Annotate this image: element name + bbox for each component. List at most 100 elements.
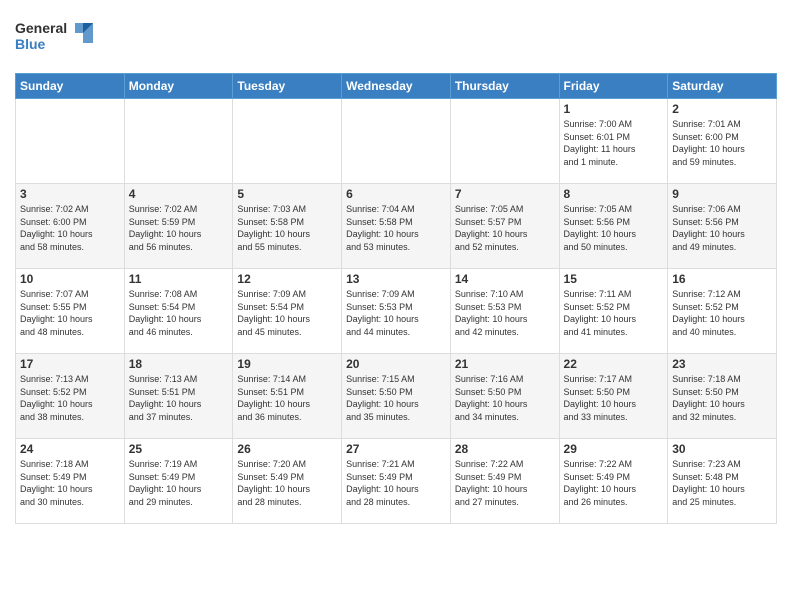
day-number: 9 (672, 187, 772, 201)
day-number: 29 (564, 442, 664, 456)
day-info: Sunrise: 7:13 AM Sunset: 5:51 PM Dayligh… (129, 373, 229, 423)
day-info: Sunrise: 7:21 AM Sunset: 5:49 PM Dayligh… (346, 458, 446, 508)
header: General Blue (15, 10, 777, 65)
column-header-wednesday: Wednesday (342, 74, 451, 99)
calendar-cell: 15 Sunrise: 7:11 AM Sunset: 5:52 PM Dayli… (559, 269, 668, 354)
calendar-cell (124, 99, 233, 184)
calendar-cell: 22Sunrise: 7:17 AM Sunset: 5:50 PM Dayli… (559, 354, 668, 439)
calendar-cell: 19 Sunrise: 7:14 AM Sunset: 5:51 PM Dayli… (233, 354, 342, 439)
calendar-cell: 20Sunrise: 7:15 AM Sunset: 5:50 PM Dayli… (342, 354, 451, 439)
day-number: 3 (20, 187, 120, 201)
day-number: 6 (346, 187, 446, 201)
day-info: Sunrise: 7:14 AM Sunset: 5:51 PM Dayligh… (237, 373, 337, 423)
calendar-cell: 5 Sunrise: 7:03 AM Sunset: 5:58 PM Daylig… (233, 184, 342, 269)
calendar-cell: 30 Sunrise: 7:23 AM Sunset: 5:48 PM Dayli… (668, 439, 777, 524)
calendar-cell: 24 Sunrise: 7:18 AM Sunset: 5:49 PM Dayli… (16, 439, 125, 524)
day-number: 15 (564, 272, 664, 286)
day-info: Sunrise: 7:06 AM Sunset: 5:56 PM Dayligh… (672, 203, 772, 253)
day-info: Sunrise: 7:19 AM Sunset: 5:49 PM Dayligh… (129, 458, 229, 508)
calendar-week-row: 3Sunrise: 7:02 AM Sunset: 6:00 PM Daylig… (16, 184, 777, 269)
day-info: Sunrise: 7:22 AM Sunset: 5:49 PM Dayligh… (564, 458, 664, 508)
calendar-cell: 7 Sunrise: 7:05 AM Sunset: 5:57 PM Daylig… (450, 184, 559, 269)
day-info: Sunrise: 7:08 AM Sunset: 5:54 PM Dayligh… (129, 288, 229, 338)
calendar-cell: 16 Sunrise: 7:12 AM Sunset: 5:52 PM Dayli… (668, 269, 777, 354)
column-header-saturday: Saturday (668, 74, 777, 99)
day-number: 27 (346, 442, 446, 456)
day-info: Sunrise: 7:00 AM Sunset: 6:01 PM Dayligh… (564, 118, 664, 168)
day-number: 25 (129, 442, 229, 456)
calendar-cell: 29 Sunrise: 7:22 AM Sunset: 5:49 PM Dayli… (559, 439, 668, 524)
column-header-friday: Friday (559, 74, 668, 99)
calendar-cell: 21 Sunrise: 7:16 AM Sunset: 5:50 PM Dayli… (450, 354, 559, 439)
day-info: Sunrise: 7:18 AM Sunset: 5:49 PM Dayligh… (20, 458, 120, 508)
day-number: 21 (455, 357, 555, 371)
day-info: Sunrise: 7:13 AM Sunset: 5:52 PM Dayligh… (20, 373, 120, 423)
calendar-cell (450, 99, 559, 184)
column-header-tuesday: Tuesday (233, 74, 342, 99)
day-info: Sunrise: 7:09 AM Sunset: 5:54 PM Dayligh… (237, 288, 337, 338)
day-number: 11 (129, 272, 229, 286)
calendar-cell: 17 Sunrise: 7:13 AM Sunset: 5:52 PM Dayli… (16, 354, 125, 439)
day-info: Sunrise: 7:02 AM Sunset: 5:59 PM Dayligh… (129, 203, 229, 253)
day-info: Sunrise: 7:03 AM Sunset: 5:58 PM Dayligh… (237, 203, 337, 253)
calendar-cell: 23Sunrise: 7:18 AM Sunset: 5:50 PM Dayli… (668, 354, 777, 439)
day-info: Sunrise: 7:11 AM Sunset: 5:52 PM Dayligh… (564, 288, 664, 338)
day-number: 13 (346, 272, 446, 286)
day-number: 19 (237, 357, 337, 371)
calendar-cell (16, 99, 125, 184)
calendar-week-row: 10Sunrise: 7:07 AM Sunset: 5:55 PM Dayli… (16, 269, 777, 354)
day-info: Sunrise: 7:23 AM Sunset: 5:48 PM Dayligh… (672, 458, 772, 508)
day-number: 30 (672, 442, 772, 456)
calendar-cell: 9 Sunrise: 7:06 AM Sunset: 5:56 PM Daylig… (668, 184, 777, 269)
logo: General Blue (15, 15, 105, 65)
calendar-table: SundayMondayTuesdayWednesdayThursdayFrid… (15, 73, 777, 524)
column-header-sunday: Sunday (16, 74, 125, 99)
calendar-cell: 8Sunrise: 7:05 AM Sunset: 5:56 PM Daylig… (559, 184, 668, 269)
day-info: Sunrise: 7:05 AM Sunset: 5:57 PM Dayligh… (455, 203, 555, 253)
calendar-cell (233, 99, 342, 184)
day-number: 22 (564, 357, 664, 371)
calendar-cell: 12 Sunrise: 7:09 AM Sunset: 5:54 PM Dayli… (233, 269, 342, 354)
calendar-header-row: SundayMondayTuesdayWednesdayThursdayFrid… (16, 74, 777, 99)
day-info: Sunrise: 7:12 AM Sunset: 5:52 PM Dayligh… (672, 288, 772, 338)
calendar-week-row: 24 Sunrise: 7:18 AM Sunset: 5:49 PM Dayli… (16, 439, 777, 524)
svg-text:Blue: Blue (15, 36, 46, 52)
day-info: Sunrise: 7:16 AM Sunset: 5:50 PM Dayligh… (455, 373, 555, 423)
calendar-cell: 4Sunrise: 7:02 AM Sunset: 5:59 PM Daylig… (124, 184, 233, 269)
day-info: Sunrise: 7:07 AM Sunset: 5:55 PM Dayligh… (20, 288, 120, 338)
day-info: Sunrise: 7:18 AM Sunset: 5:50 PM Dayligh… (672, 373, 772, 423)
page-container: General Blue SundayMondayTuesdayWednesda… (0, 0, 792, 529)
day-number: 8 (564, 187, 664, 201)
calendar-cell: 13 Sunrise: 7:09 AM Sunset: 5:53 PM Dayli… (342, 269, 451, 354)
calendar-cell: 3Sunrise: 7:02 AM Sunset: 6:00 PM Daylig… (16, 184, 125, 269)
day-info: Sunrise: 7:04 AM Sunset: 5:58 PM Dayligh… (346, 203, 446, 253)
column-header-monday: Monday (124, 74, 233, 99)
day-info: Sunrise: 7:10 AM Sunset: 5:53 PM Dayligh… (455, 288, 555, 338)
day-number: 24 (20, 442, 120, 456)
calendar-cell: 14 Sunrise: 7:10 AM Sunset: 5:53 PM Dayli… (450, 269, 559, 354)
day-number: 12 (237, 272, 337, 286)
day-number: 20 (346, 357, 446, 371)
calendar-cell: 28Sunrise: 7:22 AM Sunset: 5:49 PM Dayli… (450, 439, 559, 524)
day-number: 17 (20, 357, 120, 371)
day-number: 5 (237, 187, 337, 201)
day-number: 2 (672, 102, 772, 116)
day-info: Sunrise: 7:20 AM Sunset: 5:49 PM Dayligh… (237, 458, 337, 508)
day-info: Sunrise: 7:09 AM Sunset: 5:53 PM Dayligh… (346, 288, 446, 338)
calendar-cell: 18Sunrise: 7:13 AM Sunset: 5:51 PM Dayli… (124, 354, 233, 439)
calendar-cell: 2 Sunrise: 7:01 AM Sunset: 6:00 PM Daylig… (668, 99, 777, 184)
day-number: 14 (455, 272, 555, 286)
day-number: 7 (455, 187, 555, 201)
column-header-thursday: Thursday (450, 74, 559, 99)
day-number: 26 (237, 442, 337, 456)
calendar-cell: 1 Sunrise: 7:00 AM Sunset: 6:01 PM Daylig… (559, 99, 668, 184)
calendar-cell: 26 Sunrise: 7:20 AM Sunset: 5:49 PM Dayli… (233, 439, 342, 524)
calendar-cell: 10Sunrise: 7:07 AM Sunset: 5:55 PM Dayli… (16, 269, 125, 354)
day-number: 1 (564, 102, 664, 116)
day-number: 28 (455, 442, 555, 456)
day-info: Sunrise: 7:01 AM Sunset: 6:00 PM Dayligh… (672, 118, 772, 168)
svg-text:General: General (15, 20, 67, 36)
calendar-cell: 11 Sunrise: 7:08 AM Sunset: 5:54 PM Dayli… (124, 269, 233, 354)
calendar-cell: 6 Sunrise: 7:04 AM Sunset: 5:58 PM Daylig… (342, 184, 451, 269)
day-number: 16 (672, 272, 772, 286)
